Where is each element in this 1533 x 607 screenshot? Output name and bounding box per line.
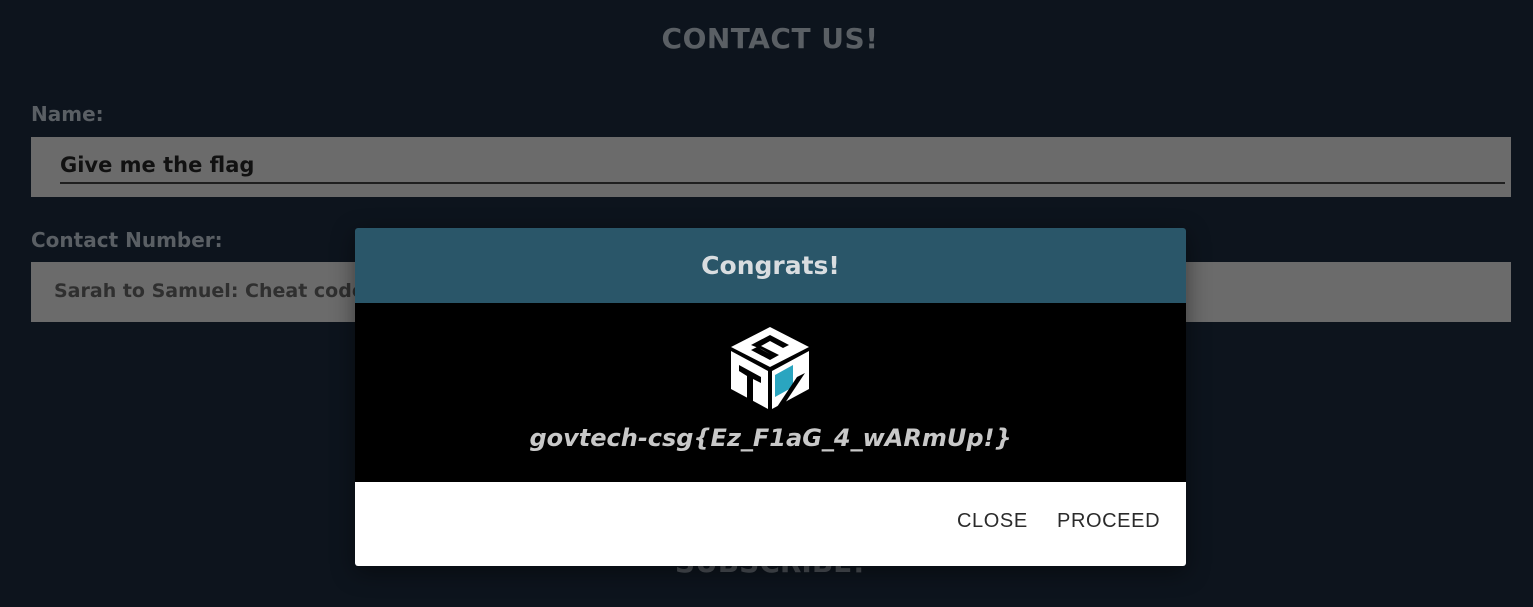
proceed-button[interactable]: PROCEED — [1057, 510, 1160, 533]
dialog-title: Congrats! — [701, 251, 840, 280]
flag-text: govtech-csg{Ez_F1aG_4_wARmUp!} — [529, 424, 1012, 452]
contact-page: CONTACT US! Name: Give me the flag Conta… — [0, 0, 1533, 607]
stack-cube-logo-icon — [731, 327, 809, 409]
dialog-header: Congrats! — [355, 228, 1186, 303]
dialog-footer: CLOSE PROCEED — [355, 482, 1186, 566]
close-button[interactable]: CLOSE — [957, 510, 1028, 533]
dialog-body: govtech-csg{Ez_F1aG_4_wARmUp!} — [355, 303, 1186, 482]
congrats-dialog: Congrats! govtech-csg{Ez_F1aG_4_wARmUp!}… — [355, 228, 1186, 566]
